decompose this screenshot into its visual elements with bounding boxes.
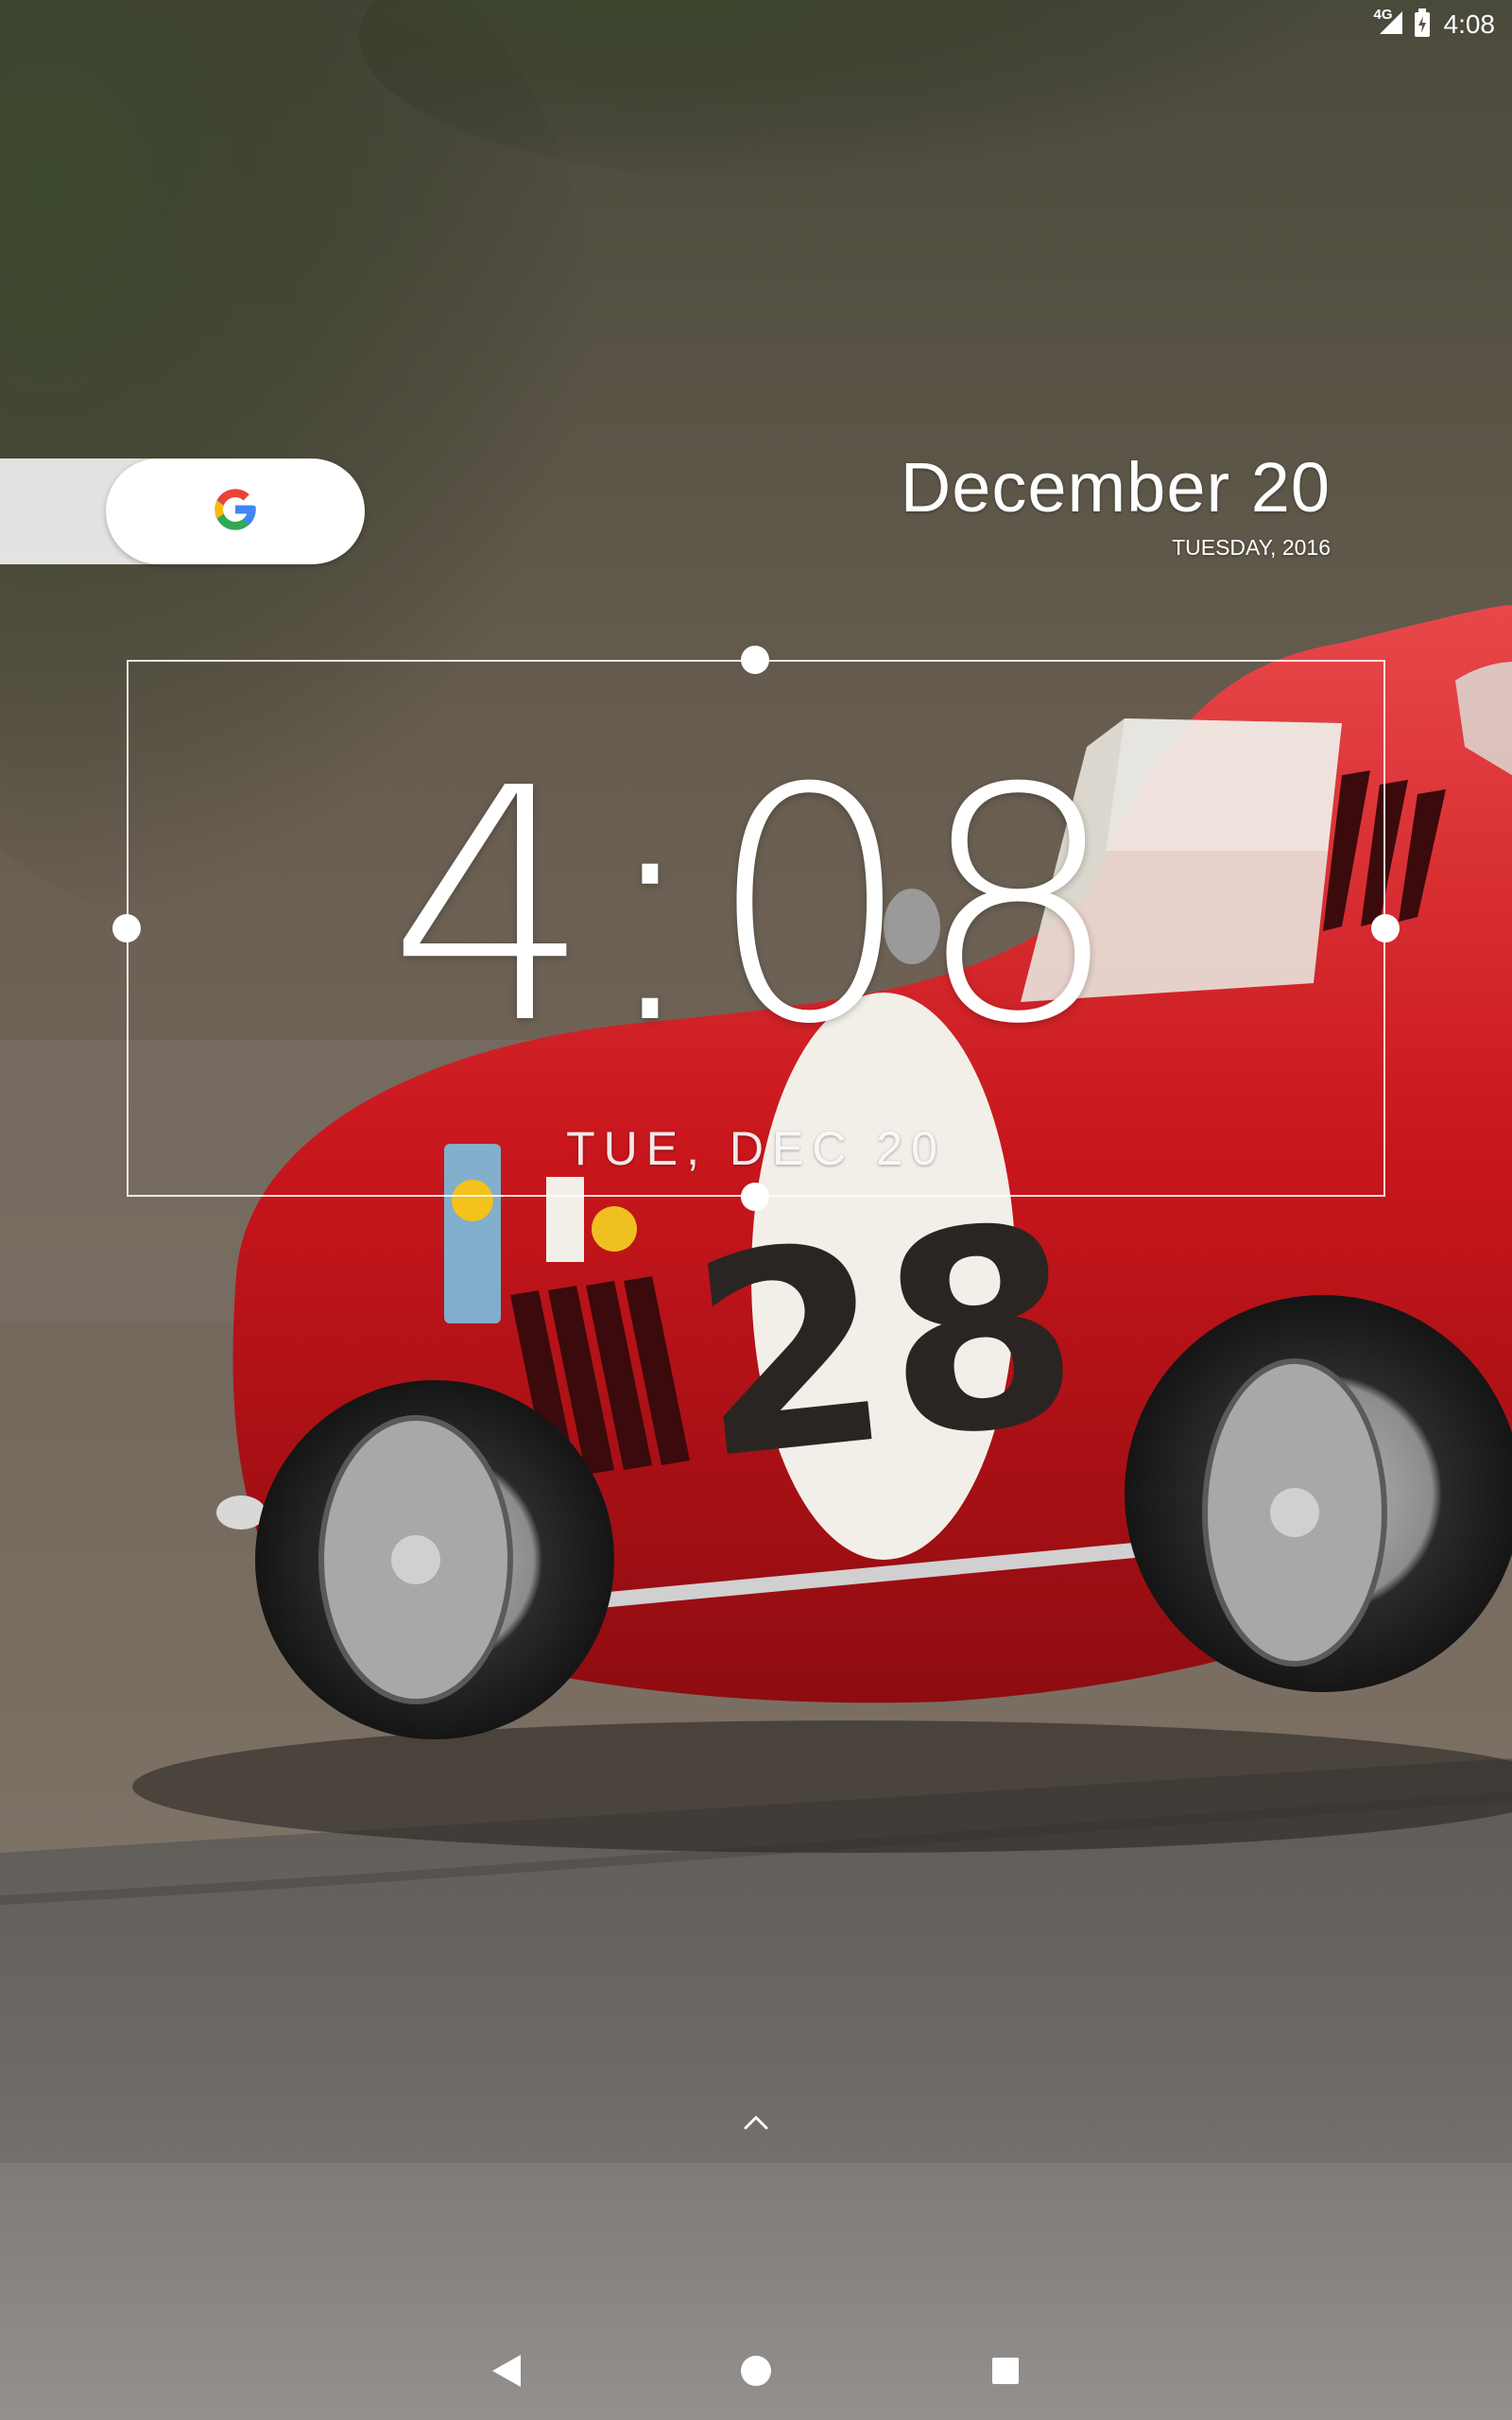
navigation-bar xyxy=(0,2325,1512,2420)
chevron-up-icon xyxy=(743,2114,769,2135)
home-circle-icon xyxy=(739,2354,773,2393)
google-search-button[interactable] xyxy=(106,458,365,564)
signal-icon xyxy=(1378,9,1404,41)
google-g-icon xyxy=(211,485,260,539)
resize-handle-bottom[interactable] xyxy=(741,1183,769,1211)
clock-widget-date: TUE, DEC 20 xyxy=(566,1122,946,1175)
battery-icon xyxy=(1414,8,1431,42)
home-button[interactable] xyxy=(726,2342,786,2403)
back-triangle-icon xyxy=(490,2353,523,2394)
status-bar-clock: 4:08 xyxy=(1443,9,1496,39)
home-screen: 28 4G 4:08 December 20 TUESDAY, 2016 4:0… xyxy=(0,0,1512,2420)
recents-square-icon xyxy=(990,2356,1021,2391)
app-drawer-button[interactable] xyxy=(737,2110,775,2138)
date-widget-day-year: TUESDAY, 2016 xyxy=(1172,535,1331,560)
resize-handle-top[interactable] xyxy=(741,646,769,674)
back-button[interactable] xyxy=(476,2342,537,2403)
svg-text:28: 28 xyxy=(679,1165,1092,1521)
date-widget[interactable]: December 20 TUESDAY, 2016 xyxy=(901,444,1331,561)
status-bar: 4G 4:08 xyxy=(1373,0,1512,49)
clock-widget-time[interactable]: 4:08 xyxy=(127,747,1385,1068)
recents-button[interactable] xyxy=(975,2342,1036,2403)
date-widget-date: December 20 xyxy=(900,448,1331,527)
